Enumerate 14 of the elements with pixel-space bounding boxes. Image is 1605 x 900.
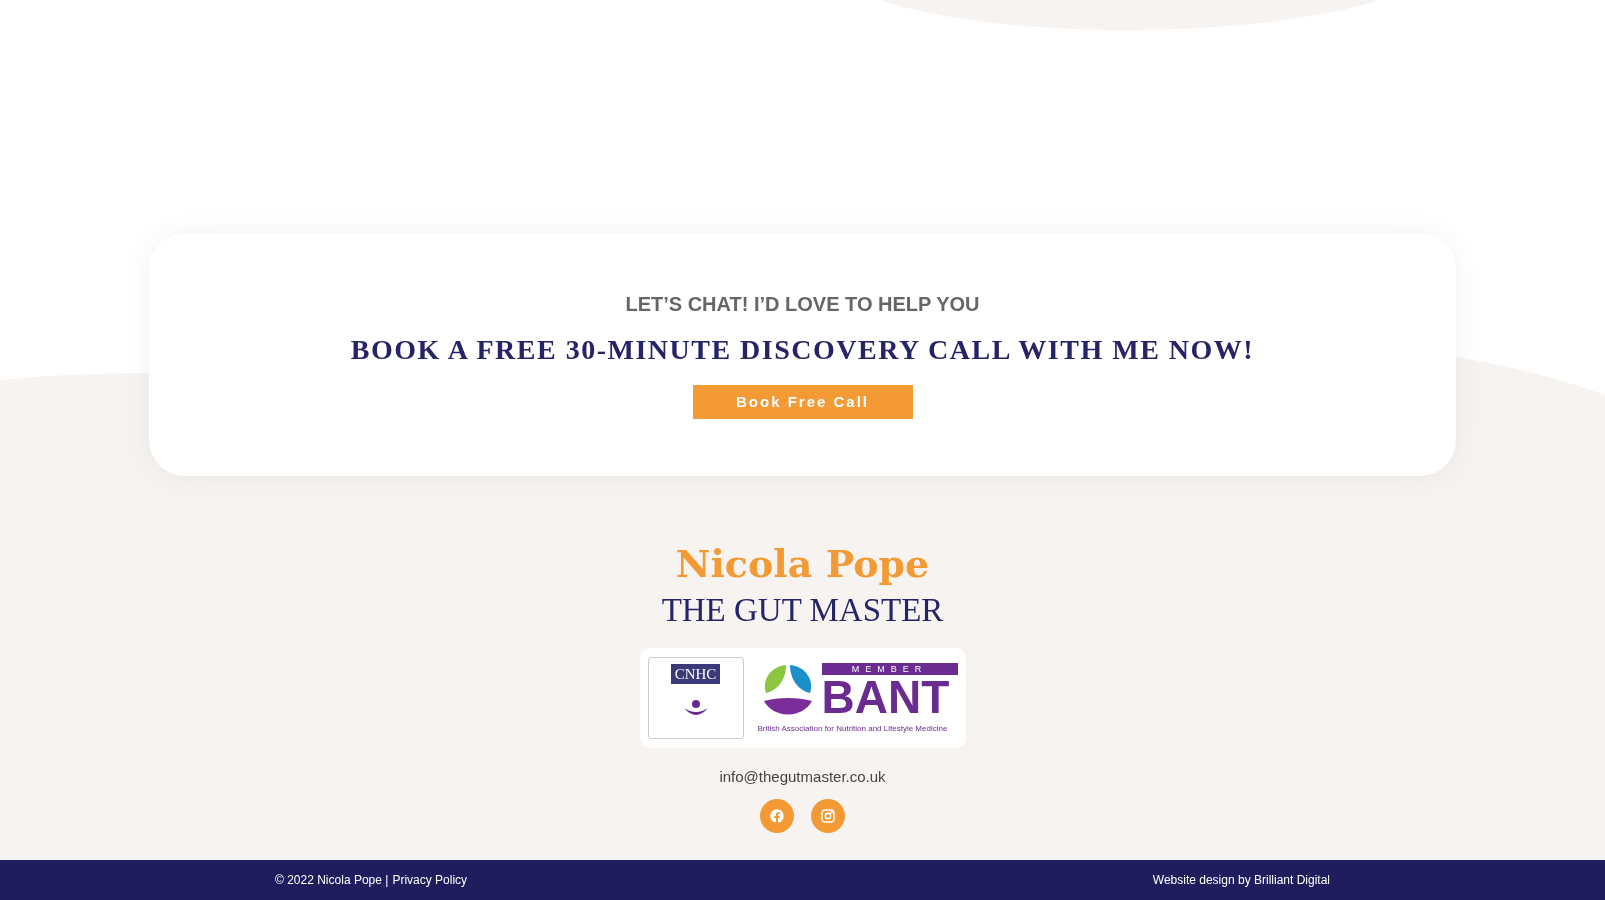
instagram-icon[interactable] [811, 798, 845, 833]
brand-name: Nicola Pope [675, 542, 930, 586]
email-link[interactable]: info@thegutmaster.co.uk [719, 766, 886, 789]
copyright-text: © 2022 Nicola Pope | [275, 872, 389, 889]
cta-heading: BOOK A FREE 30-MINUTE DISCOVERY CALL WITH ME NOW! [350, 333, 1255, 367]
facebook-icon[interactable] [760, 798, 794, 833]
brand-tagline: THE GUT MASTER [661, 591, 944, 630]
cnhc-logo: CNHC [670, 664, 721, 684]
member-label: MEMBER [821, 663, 958, 675]
bant-full-name: British Association for Nutrition and Lifestyle Medicine [757, 723, 949, 735]
credit-text: Website design by Brilliant Digital [1152, 872, 1330, 889]
bant-logo: BANT [821, 675, 951, 719]
privacy-link[interactable]: Privacy Policy [392, 871, 468, 889]
cta-eyebrow: LET’S CHAT! I’D LOVE TO HELP YOU [625, 292, 980, 317]
